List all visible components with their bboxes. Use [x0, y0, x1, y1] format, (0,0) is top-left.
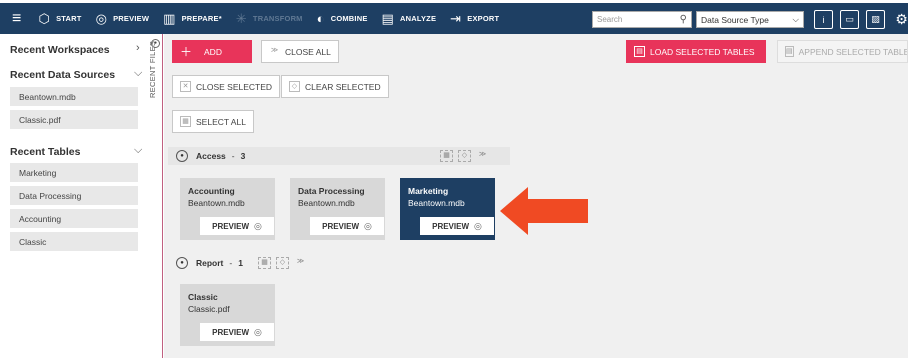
info-icon: i	[822, 14, 825, 25]
info-button[interactable]: i	[814, 10, 833, 29]
load-selected-tables-button[interactable]: ▤ LOAD SELECTED TABLES	[626, 40, 766, 63]
select-group-icon[interactable]: ▦	[258, 257, 271, 269]
eraser-icon[interactable]: ◇	[276, 257, 289, 269]
cube-icon: ⬡	[38, 11, 51, 26]
image-icon: ▨	[871, 14, 880, 24]
sidebar: Recent Workspaces › Recent Data Sources …	[0, 34, 150, 358]
search-input[interactable]: Search ⚲	[592, 11, 692, 28]
tab-prepare[interactable]: ▥ PREPARE*	[156, 3, 229, 34]
preview-button[interactable]: PREVIEW ◎	[200, 323, 274, 341]
select-all-icon: ▦	[180, 116, 191, 127]
eye-icon: ◎	[474, 220, 482, 231]
eye-icon[interactable]: ●	[176, 150, 188, 162]
table-card-accounting[interactable]: Accounting Beantown.mdb PREVIEW ◎	[180, 178, 275, 240]
table-card-classic[interactable]: Classic Classic.pdf PREVIEW ◎	[180, 284, 275, 346]
table-card-marketing[interactable]: Marketing Beantown.mdb PREVIEW ◎	[400, 178, 495, 240]
window-icon: ▭	[845, 14, 854, 24]
chevron-down-icon[interactable]: ⌵	[134, 144, 142, 157]
sidebar-item-classic-pdf[interactable]: Classic.pdf	[10, 110, 138, 129]
document-icon: ▤	[381, 11, 395, 26]
export-icon: ⇥	[450, 11, 462, 26]
data-source-type-select[interactable]: Data Source Type ⌵	[696, 11, 804, 28]
tab-preview[interactable]: ◎ PREVIEW	[88, 3, 157, 34]
recent-files-tab[interactable]: ● RECENT FILES	[148, 34, 163, 358]
recent-workspaces-heading[interactable]: Recent Workspaces	[10, 44, 110, 56]
hamburger-icon[interactable]: ≡	[0, 3, 32, 34]
group-header-access[interactable]: ● Access - 3 ▦ ◇ ≫	[168, 147, 510, 165]
add-button[interactable]: ＋ ADD	[172, 40, 252, 63]
eye-icon: ◎	[254, 220, 262, 231]
window-button[interactable]: ▭	[840, 10, 859, 29]
table-card-data-processing[interactable]: Data Processing Beantown.mdb PREVIEW ◎	[290, 178, 385, 240]
search-icon: ⚲	[679, 14, 687, 25]
chevron-down-icon[interactable]: ⌵	[134, 67, 142, 80]
plus-icon: ＋	[180, 44, 193, 59]
tab-transform[interactable]: ✳ TRANSFORM	[229, 3, 310, 34]
clear-selected-button[interactable]: ◇ CLEAR SELECTED	[281, 75, 389, 98]
sidebar-item-accounting[interactable]: Accounting	[10, 209, 138, 228]
table-icon: ▥	[163, 11, 176, 26]
tab-analyze[interactable]: ▤ ANALYZE	[375, 3, 444, 34]
eraser-icon: ◇	[289, 81, 300, 92]
close-group-icon[interactable]: ≫	[476, 150, 489, 162]
settings-button[interactable]: ⚙	[892, 10, 908, 29]
sparkle-icon: ✳	[235, 11, 247, 26]
append-icon: ▤	[785, 46, 794, 57]
sidebar-item-data-processing[interactable]: Data Processing	[10, 186, 138, 205]
tab-combine[interactable]: ◐ COMBINE	[310, 3, 375, 34]
top-toolbar: ≡ ⬡ START ◎ PREVIEW ▥ PREPARE* ✳ TRANSFORM ◐…	[0, 3, 908, 34]
eye-icon[interactable]: ●	[176, 257, 188, 269]
close-group-icon[interactable]: ≫	[294, 257, 307, 269]
sidebar-item-beantown[interactable]: Beantown.mdb	[10, 87, 138, 106]
recent-data-sources-heading[interactable]: Recent Data Sources	[10, 69, 115, 81]
chevron-right-icon[interactable]: ›	[136, 42, 140, 54]
recent-files-label: RECENT FILES	[148, 40, 157, 98]
chevron-down-icon: ⌵	[792, 14, 799, 24]
eye-icon: ◎	[364, 220, 372, 231]
tab-start[interactable]: ⬡ START	[32, 3, 89, 34]
eye-icon: ◎	[95, 11, 108, 26]
close-all-button[interactable]: ≫ CLOSE ALL	[261, 40, 339, 63]
combine-icon: ◐	[316, 11, 325, 26]
close-selected-button[interactable]: ✕ CLOSE SELECTED	[172, 75, 281, 98]
preview-button[interactable]: PREVIEW ◎	[200, 217, 274, 235]
append-selected-tables-button[interactable]: ▤ APPEND SELECTED TABLES	[777, 40, 908, 63]
eraser-icon[interactable]: ◇	[458, 150, 471, 162]
tab-export[interactable]: ⇥ EXPORT	[443, 3, 506, 34]
select-all-button[interactable]: ▦ SELECT ALL	[172, 110, 254, 133]
group-header-report[interactable]: ● Report - 1 ▦ ◇ ≫	[168, 254, 323, 272]
preview-button[interactable]: PREVIEW ◎	[420, 217, 494, 235]
table-icon: ▤	[634, 46, 645, 57]
sidebar-item-marketing[interactable]: Marketing	[10, 163, 138, 182]
sidebar-item-classic[interactable]: Classic	[10, 232, 138, 251]
select-group-icon[interactable]: ▦	[440, 150, 453, 162]
recent-tables-heading[interactable]: Recent Tables	[10, 146, 80, 158]
close-selected-icon: ✕	[180, 81, 191, 92]
eye-icon: ◎	[254, 326, 262, 337]
close-all-icon: ≫	[270, 47, 279, 54]
gear-icon: ⚙	[895, 11, 908, 27]
annotation-arrow-icon	[500, 187, 588, 235]
image-button[interactable]: ▨	[866, 10, 885, 29]
preview-button[interactable]: PREVIEW ◎	[310, 217, 384, 235]
